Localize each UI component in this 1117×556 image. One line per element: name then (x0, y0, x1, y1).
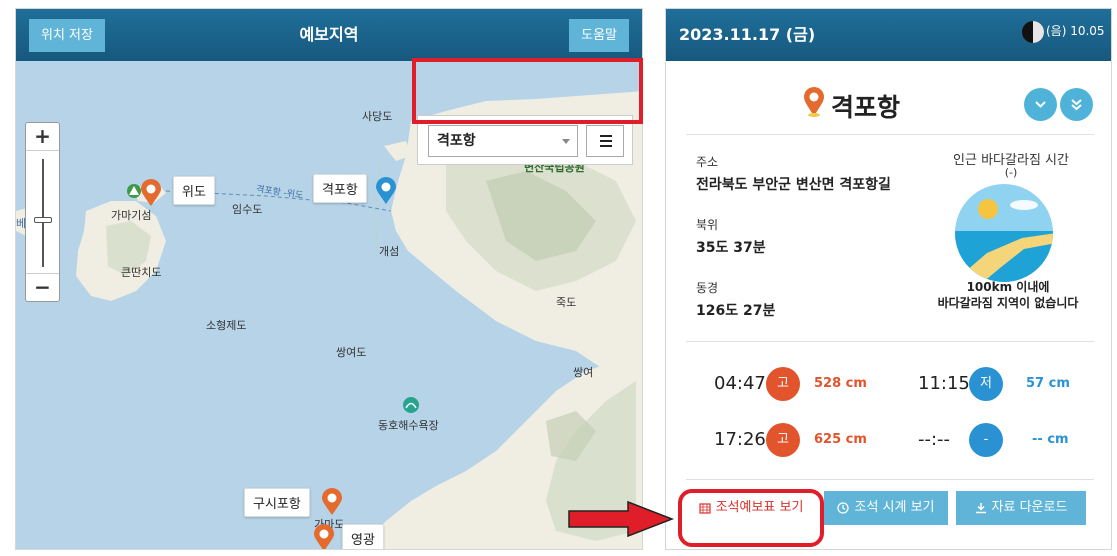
map-pin-gusipo-icon[interactable] (321, 488, 343, 516)
map-pin-wido-icon[interactable] (140, 179, 162, 207)
clock-icon (837, 501, 850, 514)
help-button[interactable]: 도움말 (569, 19, 629, 52)
station-selector-panel: 격포항 (417, 115, 633, 165)
tide-type-none-badge: - (969, 423, 1003, 457)
map-callout-gusipo[interactable]: 구시포항 (244, 488, 310, 517)
tide-type-high-badge: 고 (766, 367, 800, 401)
map-label-ssangyeodo: 쌍여도 (336, 346, 367, 359)
tide-clock-button[interactable]: 조석 시계 보기 (824, 491, 948, 525)
moon-phase-icon (1022, 21, 1044, 43)
address-value: 전라북도 부안군 변산면 격포항길 (696, 177, 891, 193)
calendar-icon (698, 502, 711, 514)
tide-value-4: -- cm (1032, 432, 1069, 447)
red-arrow-icon (568, 500, 675, 538)
hamburger-icon (600, 135, 612, 137)
divider (686, 134, 1094, 135)
menu-button[interactable] (586, 125, 624, 157)
latitude-label: 북위 (696, 218, 719, 232)
zoom-out-button[interactable]: − (26, 273, 59, 301)
station-name: 격포항 (831, 93, 901, 122)
divider (686, 479, 1094, 480)
map-label-imsudo: 임수도 (232, 203, 263, 216)
map-title: 예보지역 (299, 25, 359, 44)
chevron-down-icon (1035, 101, 1046, 108)
hamburger-icon (600, 140, 612, 142)
sea-parting-illustration-icon (955, 184, 1053, 282)
tide-type-low-badge: 저 (969, 367, 1003, 401)
station-pin-icon (804, 87, 824, 117)
sea-parting-note: 100km 이내에 바다갈라짐 지역이 없습니다 (910, 279, 1106, 311)
tide-table-button[interactable]: 조석예보표 보기 (688, 491, 814, 525)
download-label: 자료 다운로드 (991, 500, 1068, 515)
map-label-gaeseom: 개섬 (379, 245, 400, 258)
expand-button[interactable] (1024, 88, 1057, 121)
station-info-panel: 2023.11.17 (금) (음) 10.05 격포항 주소 전라북도 부안군… (665, 8, 1112, 550)
double-chevron-down-icon (1071, 99, 1082, 111)
download-icon (975, 502, 986, 513)
info-header: 2023.11.17 (금) (음) 10.05 (666, 9, 1111, 61)
tide-type-high-badge: 고 (766, 423, 800, 457)
map-label-donghoe-beach: 동호해수욕장 (378, 419, 439, 432)
zoom-slider-track[interactable] (42, 159, 44, 267)
map-label-gamagiseum: 가마기섬 (111, 209, 152, 222)
latitude-value: 35도 37분 (696, 240, 766, 256)
map-label-sohyeongjedo: 소형제도 (206, 319, 247, 332)
sea-parting-time: (-) (1004, 166, 1018, 179)
map-label-edge: 베 (16, 217, 27, 230)
map-label-keunttanchido: 큰딴치도 (121, 266, 162, 279)
download-button[interactable]: 자료 다운로드 (956, 491, 1086, 525)
tide-clock-label: 조석 시계 보기 (854, 500, 935, 515)
lunar-date: (음) 10.05 (1046, 24, 1105, 38)
map-label-ssangyeo: 쌍여 (573, 366, 594, 379)
zoom-control: + − (25, 122, 60, 302)
map-header: 위치 저장 예보지역 도움말 (16, 9, 642, 61)
caret-down-icon (562, 139, 570, 144)
map-canvas[interactable]: + − 사당도 변산국립공원 가마기섬 임수도 격포항 -위도 개섬 큰딴치도 … (16, 61, 642, 550)
tide-time-4: --:-- (918, 429, 951, 450)
zoom-slider-handle[interactable] (34, 217, 52, 223)
tide-value-1: 528 cm (814, 376, 867, 391)
sea-parting-note-line1: 100km 이내에 (966, 280, 1050, 294)
tide-time-2: 11:15 (918, 373, 970, 394)
longitude-value: 126도 27분 (696, 303, 776, 319)
map-label-jukdo: 죽도 (556, 296, 577, 309)
forecast-date: 2023.11.17 (금) (679, 25, 816, 44)
sea-parting-note-line2: 바다갈라짐 지역이 없습니다 (937, 296, 1079, 310)
forecast-map-panel: 위치 저장 예보지역 도움말 + − 사당도 변산국립공원 가마기섬 임수도 격… (15, 8, 643, 550)
tide-time-1: 04:47 (714, 373, 766, 394)
tide-value-2: 57 cm (1026, 376, 1070, 391)
station-select[interactable]: 격포항 (428, 125, 578, 157)
map-pin-yeonggwang-icon[interactable] (313, 524, 335, 550)
map-label-sadangdo: 사당도 (362, 110, 393, 123)
address-label: 주소 (696, 155, 719, 169)
tide-value-3: 625 cm (814, 432, 867, 447)
map-callout-wido[interactable]: 위도 (173, 176, 215, 205)
tide-table-label: 조석예보표 보기 (715, 500, 804, 515)
divider (686, 341, 1094, 342)
screen: 위치 저장 예보지역 도움말 + − 사당도 변산국립공원 가마기섬 임수도 격… (0, 0, 1117, 556)
zoom-in-button[interactable]: + (26, 123, 59, 151)
hamburger-icon (600, 145, 612, 147)
tide-time-3: 17:26 (714, 429, 766, 450)
map-pin-gyeokpo-icon[interactable] (375, 177, 397, 205)
expand-all-button[interactable] (1060, 88, 1093, 121)
station-select-value: 격포항 (437, 133, 476, 149)
map-callout-yeonggwang[interactable]: 영광 (342, 524, 384, 549)
longitude-label: 동경 (696, 281, 719, 295)
map-callout-gyeokpo[interactable]: 격포항 (313, 174, 367, 203)
